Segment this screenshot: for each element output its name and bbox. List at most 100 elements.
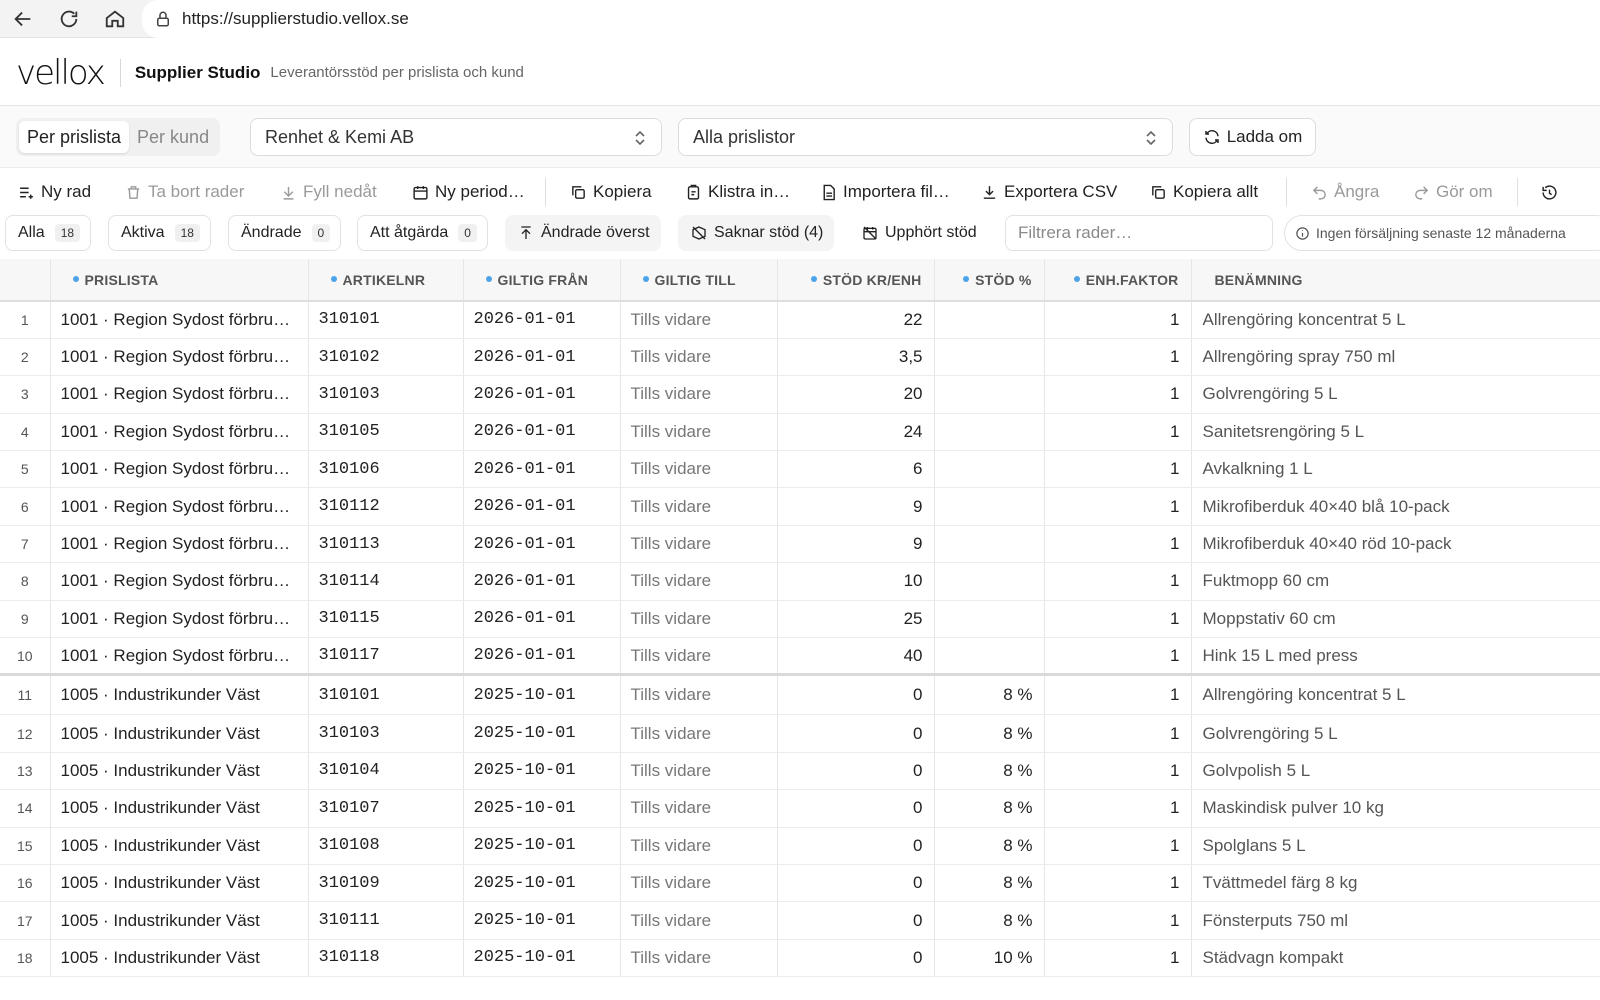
copy-button[interactable]: Kopiera [570, 180, 652, 204]
column-header-artikelnr[interactable]: ARTIKELNR [308, 259, 464, 302]
prislista-cell[interactable]: 1001 · Region Sydost förbruk… [50, 487, 309, 526]
giltig-till-cell[interactable]: Tills vidare [620, 450, 778, 489]
giltig-till-cell[interactable]: Tills vidare [620, 752, 778, 791]
giltig-till-cell[interactable]: Tills vidare [620, 637, 778, 676]
giltig-till-cell[interactable]: Tills vidare [620, 562, 778, 601]
no-sales-toggle[interactable]: Ingen försäljning senaste 12 månaderna [1284, 215, 1600, 251]
giltig-fran-cell[interactable]: 2026-01-01 [463, 637, 621, 676]
enh-faktor-cell[interactable]: 1 [1044, 375, 1192, 414]
enh-faktor-cell[interactable]: 1 [1044, 901, 1192, 940]
giltig-till-cell[interactable]: Tills vidare [620, 673, 778, 716]
prislista-cell[interactable]: 1005 · Industrikunder Väst [50, 939, 309, 978]
table-row[interactable]: 11 1005 · Industrikunder Väst 310101 2025-1… [0, 673, 1600, 716]
enh-faktor-cell[interactable]: 1 [1044, 600, 1192, 639]
pricelist-select[interactable]: Alla prislistor [678, 118, 1173, 156]
giltig-till-cell[interactable]: Tills vidare [620, 338, 778, 377]
benamning-cell[interactable]: Mikrofiberduk 40×40 blå 10-pack [1191, 487, 1600, 526]
stod-kr-cell[interactable]: 0 [777, 789, 935, 828]
stod-kr-cell[interactable]: 25 [777, 600, 935, 639]
enh-faktor-cell[interactable]: 1 [1044, 301, 1192, 339]
tab-per-kund[interactable]: Per kund [129, 121, 217, 153]
benamning-cell[interactable]: Golvpolish 5 L [1191, 752, 1600, 791]
prislista-cell[interactable]: 1001 · Region Sydost förbruk… [50, 375, 309, 414]
stod-kr-cell[interactable]: 0 [777, 827, 935, 865]
giltig-fran-cell[interactable]: 2026-01-01 [463, 562, 621, 601]
stod-kr-cell[interactable]: 0 [777, 673, 935, 716]
prislista-cell[interactable]: 1005 · Industrikunder Väst [50, 827, 309, 865]
benamning-cell[interactable]: Moppstativ 60 cm [1191, 600, 1600, 639]
benamning-cell[interactable]: Allrengöring koncentrat 5 L [1191, 301, 1600, 339]
copy-all-button[interactable]: Kopiera allt [1150, 180, 1258, 204]
column-header-giltig-fran[interactable]: GILTIG FRÅN [463, 259, 621, 302]
table-row[interactable]: 16 1005 · Industrikunder Väst 310109 2025-1… [0, 864, 1600, 903]
stod-kr-cell[interactable]: 0 [777, 714, 935, 753]
artikelnr-cell[interactable]: 310115 [308, 600, 464, 639]
filter-rows-input[interactable] [1005, 215, 1273, 251]
stod-pct-cell[interactable] [934, 338, 1045, 377]
artikelnr-cell[interactable]: 310111 [308, 901, 464, 940]
benamning-cell[interactable]: Städvagn kompakt [1191, 939, 1600, 978]
artikelnr-cell[interactable]: 310109 [308, 864, 464, 903]
fill-down-button[interactable]: Fyll nedåt [280, 180, 377, 204]
benamning-cell[interactable]: Allrengöring koncentrat 5 L [1191, 673, 1600, 716]
enh-faktor-cell[interactable]: 1 [1044, 714, 1192, 753]
stod-kr-cell[interactable]: 0 [777, 752, 935, 791]
benamning-cell[interactable]: Fönsterputs 750 ml [1191, 901, 1600, 940]
benamning-cell[interactable]: Mikrofiberduk 40×40 röd 10-pack [1191, 525, 1600, 564]
giltig-till-cell[interactable]: Tills vidare [620, 413, 778, 452]
artikelnr-cell[interactable]: 310101 [308, 301, 464, 339]
history-button[interactable] [1541, 180, 1564, 204]
giltig-fran-cell[interactable]: 2026-01-01 [463, 413, 621, 452]
giltig-till-cell[interactable]: Tills vidare [620, 827, 778, 865]
stod-kr-cell[interactable]: 6 [777, 450, 935, 489]
enh-faktor-cell[interactable]: 1 [1044, 939, 1192, 978]
artikelnr-cell[interactable]: 310103 [308, 714, 464, 753]
stod-pct-cell[interactable]: 8 % [934, 864, 1045, 903]
stod-pct-cell[interactable] [934, 525, 1045, 564]
prislista-cell[interactable]: 1001 · Region Sydost förbruk… [50, 338, 309, 377]
giltig-till-cell[interactable]: Tills vidare [620, 789, 778, 828]
benamning-cell[interactable]: Tvättmedel färg 8 kg [1191, 864, 1600, 903]
column-header-prislista[interactable]: PRISLISTA [50, 259, 309, 302]
benamning-cell[interactable]: Maskindisk pulver 10 kg [1191, 789, 1600, 828]
table-row[interactable]: 3 1001 · Region Sydost förbruk… 310103 2026… [0, 375, 1600, 414]
benamning-cell[interactable]: Golvrengöring 5 L [1191, 375, 1600, 414]
giltig-fran-cell[interactable]: 2026-01-01 [463, 301, 621, 339]
export-csv-button[interactable]: Exportera CSV [981, 180, 1117, 204]
new-row-button[interactable]: Ny rad [18, 180, 91, 204]
artikelnr-cell[interactable]: 310117 [308, 637, 464, 676]
giltig-till-cell[interactable]: Tills vidare [620, 600, 778, 639]
paste-button[interactable]: Klistra in… [685, 180, 790, 204]
filter-todo-chip[interactable]: Att åtgärda 0 [357, 215, 488, 251]
table-row[interactable]: 17 1005 · Industrikunder Väst 310111 2025-1… [0, 901, 1600, 940]
giltig-fran-cell[interactable]: 2025-10-01 [463, 789, 621, 828]
prislista-cell[interactable]: 1001 · Region Sydost förbruk… [50, 562, 309, 601]
giltig-till-cell[interactable]: Tills vidare [620, 901, 778, 940]
enh-faktor-cell[interactable]: 1 [1044, 752, 1192, 791]
stod-kr-cell[interactable]: 0 [777, 901, 935, 940]
artikelnr-cell[interactable]: 310101 [308, 673, 464, 716]
column-header-enh-faktor[interactable]: ENH.FAKTOR [1044, 259, 1192, 302]
prislista-cell[interactable]: 1005 · Industrikunder Väst [50, 673, 309, 716]
artikelnr-cell[interactable]: 310118 [308, 939, 464, 978]
giltig-fran-cell[interactable]: 2026-01-01 [463, 525, 621, 564]
giltig-fran-cell[interactable]: 2026-01-01 [463, 487, 621, 526]
stod-pct-cell[interactable] [934, 637, 1045, 676]
giltig-fran-cell[interactable]: 2025-10-01 [463, 827, 621, 865]
filter-active-chip[interactable]: Aktiva 18 [108, 215, 211, 251]
table-row[interactable]: 7 1001 · Region Sydost förbruk… 310113 2026… [0, 525, 1600, 564]
column-header-stod-pct[interactable]: STÖD % [934, 259, 1045, 302]
benamning-cell[interactable]: Golvrengöring 5 L [1191, 714, 1600, 753]
stod-kr-cell[interactable]: 10 [777, 562, 935, 601]
enh-faktor-cell[interactable]: 1 [1044, 338, 1192, 377]
prislista-cell[interactable]: 1005 · Industrikunder Väst [50, 789, 309, 828]
stod-pct-cell[interactable]: 8 % [934, 752, 1045, 791]
enh-faktor-cell[interactable]: 1 [1044, 450, 1192, 489]
stod-pct-cell[interactable]: 8 % [934, 789, 1045, 828]
prislista-cell[interactable]: 1001 · Region Sydost förbruk… [50, 600, 309, 639]
giltig-fran-cell[interactable]: 2025-10-01 [463, 864, 621, 903]
stod-kr-cell[interactable]: 9 [777, 525, 935, 564]
benamning-cell[interactable]: Fuktmopp 60 cm [1191, 562, 1600, 601]
stod-pct-cell[interactable] [934, 562, 1045, 601]
table-row[interactable]: 8 1001 · Region Sydost förbruk… 310114 2026… [0, 562, 1600, 601]
